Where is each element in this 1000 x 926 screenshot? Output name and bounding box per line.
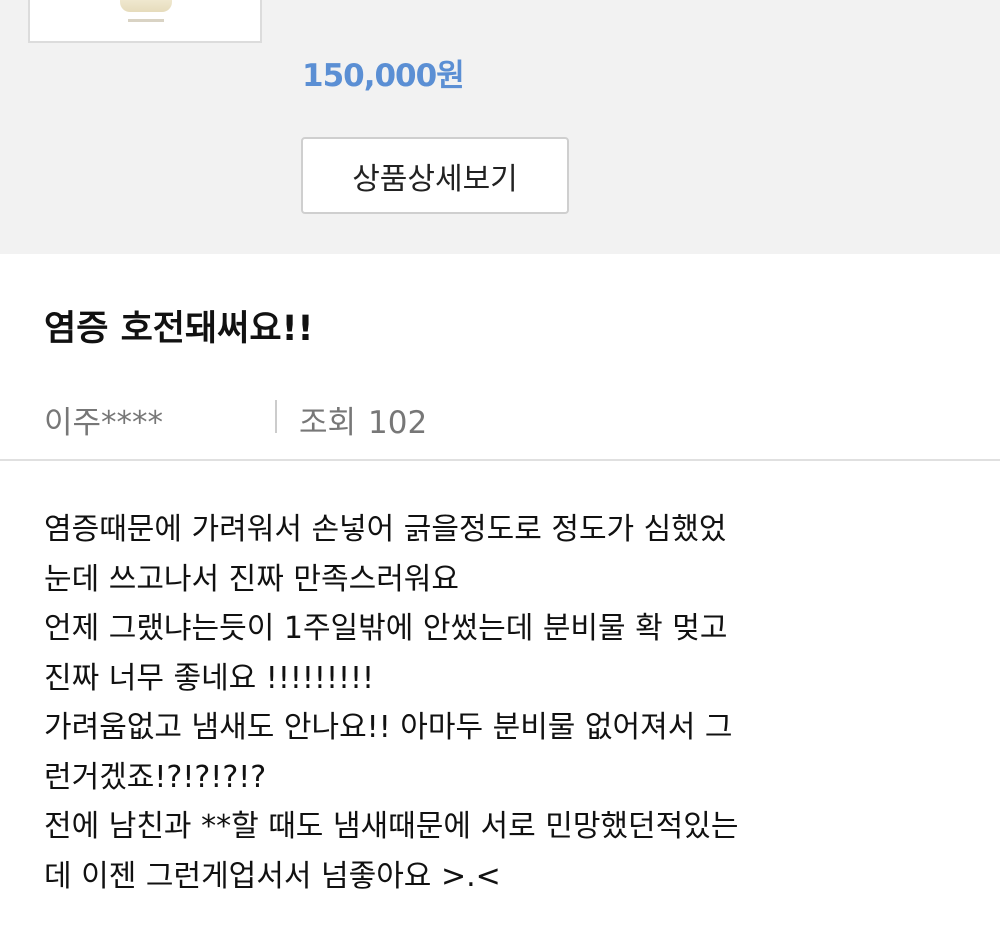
review-line: 전에 남친과 **할 때도 냄새때문에 서로 민망했던적있는 [44, 809, 739, 844]
review-line: 염증때문에 가려워서 손넣어 긁을정도로 정도가 심했었 [44, 512, 727, 547]
product-bottle-image [120, 0, 172, 12]
divider [0, 459, 1000, 461]
product-panel: 150,000원 상품상세보기 [0, 0, 1000, 254]
review-line: 언제 그랬냐는듯이 1주일밖에 안썼는데 분비물 확 멎고 [44, 611, 728, 646]
product-price: 150,000원 [302, 58, 465, 94]
product-label-image [128, 19, 164, 22]
review-line: 진짜 너무 좋네요 !!!!!!!!! [44, 660, 375, 696]
views-label: 조회 [299, 405, 357, 441]
review-line: 눈데 쓰고나서 진짜 만족스러워요 [44, 561, 460, 597]
meta-divider [275, 400, 277, 433]
post-author: 이주**** [44, 405, 164, 441]
post-title: 염증 호전돼써요!! [44, 309, 314, 349]
views-count: 102 [368, 405, 428, 441]
post-views: 조회 102 [299, 397, 427, 442]
review-line: 가려움없고 냄새도 안나요!! 아마두 분비물 없어져서 그 [44, 710, 733, 745]
review-line: 런거겠죠!?!?!?!? [44, 759, 267, 795]
review-line: 데 이젠 그런게업서서 넘좋아요 >.< [44, 858, 501, 894]
product-detail-button[interactable]: 상품상세보기 [301, 137, 569, 214]
review-body: 염증때문에 가려워서 손넣어 긁을정도로 정도가 심했었 눈데 쓰고나서 진짜 … [44, 505, 974, 901]
product-thumbnail[interactable] [28, 0, 262, 43]
